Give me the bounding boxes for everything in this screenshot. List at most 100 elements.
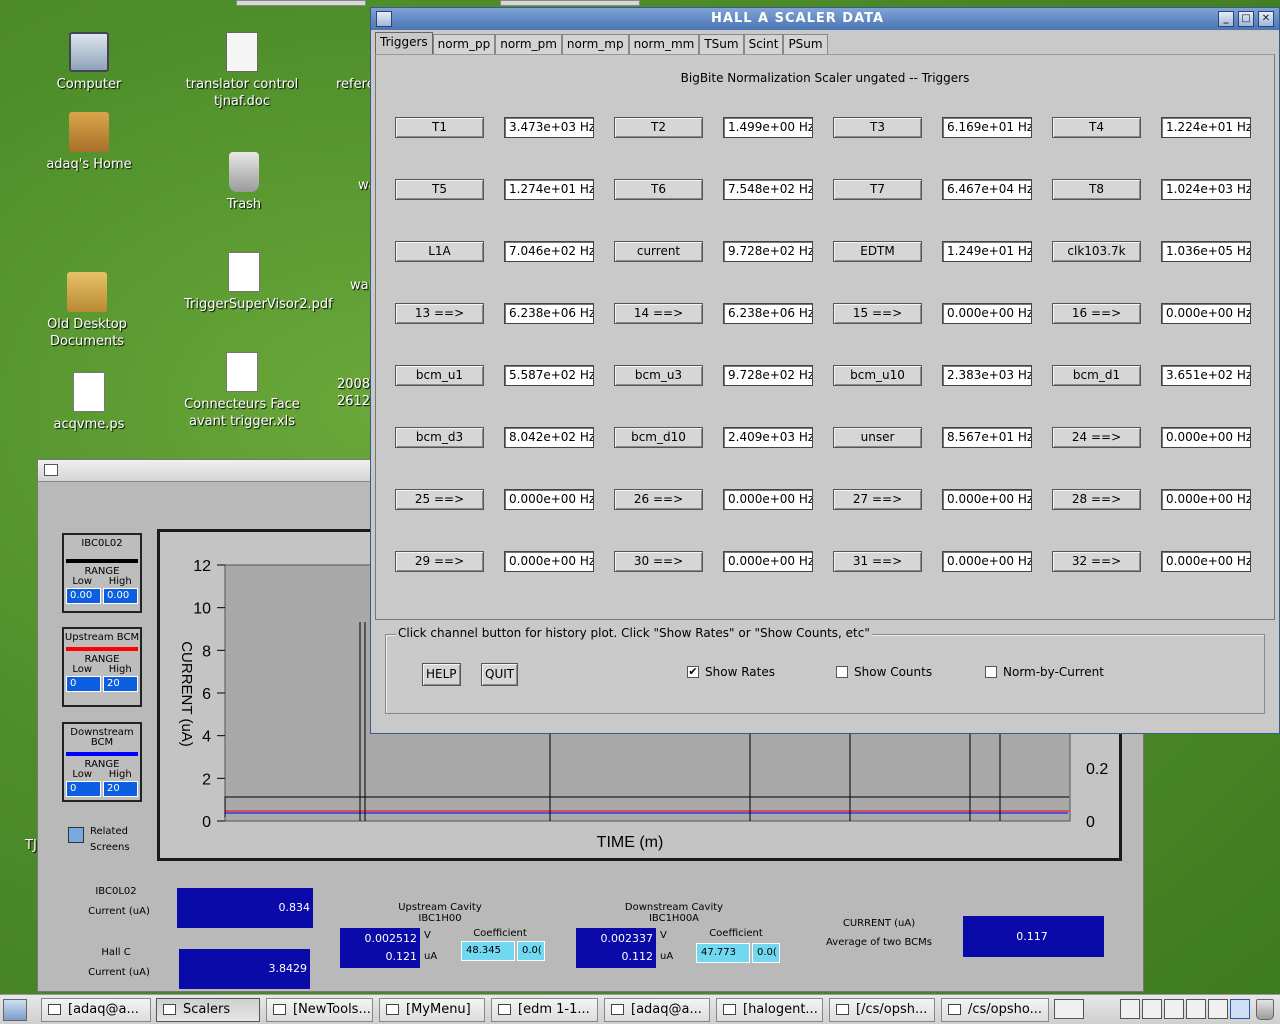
channel-button[interactable]: bcm_d1 [1052, 365, 1141, 386]
workspace-3-icon[interactable] [1164, 999, 1184, 1019]
channel-button[interactable]: T6 [614, 179, 703, 200]
downstream-current: 0.112 [621, 950, 654, 963]
desktop-icon-translator-doc[interactable]: translator control tjnaf.doc [182, 32, 302, 110]
channel-button[interactable]: 13 ==> [395, 303, 484, 324]
related-screens-label[interactable]: Related Screens [90, 824, 140, 856]
channel-button[interactable]: bcm_u1 [395, 365, 484, 386]
tab-norm-pm[interactable]: norm_pm [495, 34, 562, 54]
taskbar-item[interactable]: [halogent... [716, 998, 823, 1022]
workspace-4-icon[interactable] [1186, 999, 1206, 1019]
tab-triggers[interactable]: Triggers [375, 32, 433, 54]
main-menu-icon[interactable] [3, 999, 27, 1021]
channel-button[interactable]: 28 ==> [1052, 489, 1141, 510]
show-counts-checkbox[interactable]: Show Counts [836, 665, 932, 679]
range-high-input[interactable]: 20 [103, 781, 138, 797]
channel-button[interactable]: 31 ==> [833, 551, 922, 572]
workspace-6-icon[interactable] [1230, 999, 1250, 1019]
channel-rate-field: 1.249e+01 Hz [942, 241, 1032, 262]
taskbar-item[interactable]: /cs/opsho... [941, 998, 1049, 1022]
checkbox-checked-icon[interactable]: ✔ [687, 666, 699, 678]
channel-button[interactable]: bcm_u10 [833, 365, 922, 386]
desktop-icon-trash[interactable]: Trash [184, 152, 304, 213]
channel-button[interactable]: unser [833, 427, 922, 448]
channel-button[interactable]: bcm_d10 [614, 427, 703, 448]
trash-icon[interactable] [1256, 999, 1274, 1020]
channel-button[interactable]: T8 [1052, 179, 1141, 200]
channel-button[interactable]: EDTM [833, 241, 922, 262]
desktop-icon-computer[interactable]: Computer [29, 32, 149, 93]
range-high-input[interactable]: 20 [103, 676, 138, 692]
channel-button[interactable]: bcm_d3 [395, 427, 484, 448]
workspace-2-icon[interactable] [1142, 999, 1162, 1019]
window-menu-icon[interactable] [376, 11, 392, 27]
checkbox-unchecked-icon[interactable] [985, 666, 997, 678]
channel-button[interactable]: T7 [833, 179, 922, 200]
channel-button[interactable]: current [614, 241, 703, 262]
channel-button[interactable]: 26 ==> [614, 489, 703, 510]
channel-button[interactable]: 14 ==> [614, 303, 703, 324]
taskbar-item[interactable]: [/cs/opsh... [829, 998, 935, 1022]
channel-button[interactable]: T1 [395, 117, 484, 138]
norm-by-current-checkbox[interactable]: Norm-by-Current [985, 665, 1104, 679]
tab-tsum[interactable]: TSum [699, 34, 744, 54]
workspace-5-icon[interactable] [1208, 999, 1228, 1019]
tab-norm-mp[interactable]: norm_mp [561, 34, 629, 54]
help-button[interactable]: HELP [422, 663, 461, 686]
tab-psum[interactable]: PSum [783, 34, 828, 54]
channel-button[interactable]: 24 ==> [1052, 427, 1141, 448]
downstream-coefficient-input[interactable]: 47.773 [696, 943, 750, 963]
channel-button[interactable]: 15 ==> [833, 303, 922, 324]
low-label: Low [72, 664, 93, 675]
channel-button[interactable]: 29 ==> [395, 551, 484, 572]
channel-button[interactable]: L1A [395, 241, 484, 262]
channel-button[interactable]: T4 [1052, 117, 1141, 138]
channel-button[interactable]: clk103.7k [1052, 241, 1141, 262]
taskbar-item[interactable]: Scalers [156, 998, 260, 1022]
taskbar-item[interactable]: [NewTools... [266, 998, 373, 1022]
background-window-edge [500, 0, 640, 6]
channel-rate-field: 0.000e+00 Hz [723, 489, 813, 510]
channel-button[interactable]: T5 [395, 179, 484, 200]
channel-button[interactable]: 27 ==> [833, 489, 922, 510]
desktop-icon-connecteurs-xls[interactable]: Connecteurs Face avant trigger.xls [182, 352, 302, 430]
scaler-titlebar[interactable]: HALL A SCALER DATA _ □ ✕ [371, 8, 1279, 30]
downstream-v-unit: V [660, 930, 667, 941]
y-tick-label: 10 [193, 601, 211, 618]
range-low-input[interactable]: 0.00 [66, 588, 101, 604]
checkbox-unchecked-icon[interactable] [836, 666, 848, 678]
taskbar-item[interactable]: [adaq@a... [604, 998, 710, 1022]
channel-button[interactable]: T2 [614, 117, 703, 138]
tab-scint[interactable]: Scint [743, 34, 784, 54]
channel-button[interactable]: 25 ==> [395, 489, 484, 510]
channel-button[interactable]: 16 ==> [1052, 303, 1141, 324]
taskbar-item[interactable]: [edm 1-1... [491, 998, 598, 1022]
related-screens-icon[interactable] [68, 827, 84, 843]
upstream-offset-input[interactable]: 0.0( [517, 941, 545, 961]
tab-norm-mm[interactable]: norm_mm [628, 34, 700, 54]
close-icon[interactable]: ✕ [1258, 11, 1274, 27]
range-high-input[interactable]: 0.00 [103, 588, 138, 604]
workspace-1-icon[interactable] [1120, 999, 1140, 1019]
channel-button[interactable]: 32 ==> [1052, 551, 1141, 572]
y-tick-label: 8 [202, 643, 211, 660]
desktop-icon-home[interactable]: adaq's Home [29, 112, 149, 173]
desktop-icon-old-documents[interactable]: Old Desktop Documents [27, 272, 147, 350]
channel-button[interactable]: T3 [833, 117, 922, 138]
window-menu-icon[interactable] [44, 464, 58, 476]
range-low-input[interactable]: 0 [66, 781, 101, 797]
show-rates-checkbox[interactable]: ✔ Show Rates [687, 665, 775, 679]
desktop-icon-trigger-pdf[interactable]: TriggerSuperVisor2.pdf [184, 252, 333, 313]
upstream-coefficient-input[interactable]: 48.345 [461, 941, 515, 961]
channel-button[interactable]: bcm_u3 [614, 365, 703, 386]
tab-norm-pp[interactable]: norm_pp [432, 34, 496, 54]
show-desktop-icon[interactable] [1054, 999, 1084, 1019]
minimize-icon[interactable]: _ [1218, 11, 1234, 27]
channel-button[interactable]: 30 ==> [614, 551, 703, 572]
downstream-offset-input[interactable]: 0.0( [752, 943, 780, 963]
range-low-input[interactable]: 0 [66, 676, 101, 692]
maximize-icon[interactable]: □ [1238, 11, 1254, 27]
taskbar-item[interactable]: [adaq@a... [41, 998, 151, 1022]
taskbar-item[interactable]: [MyMenu] [379, 998, 485, 1022]
quit-button[interactable]: QUIT [481, 663, 519, 686]
desktop-icon-acqvme-ps[interactable]: acqvme.ps [29, 372, 149, 433]
